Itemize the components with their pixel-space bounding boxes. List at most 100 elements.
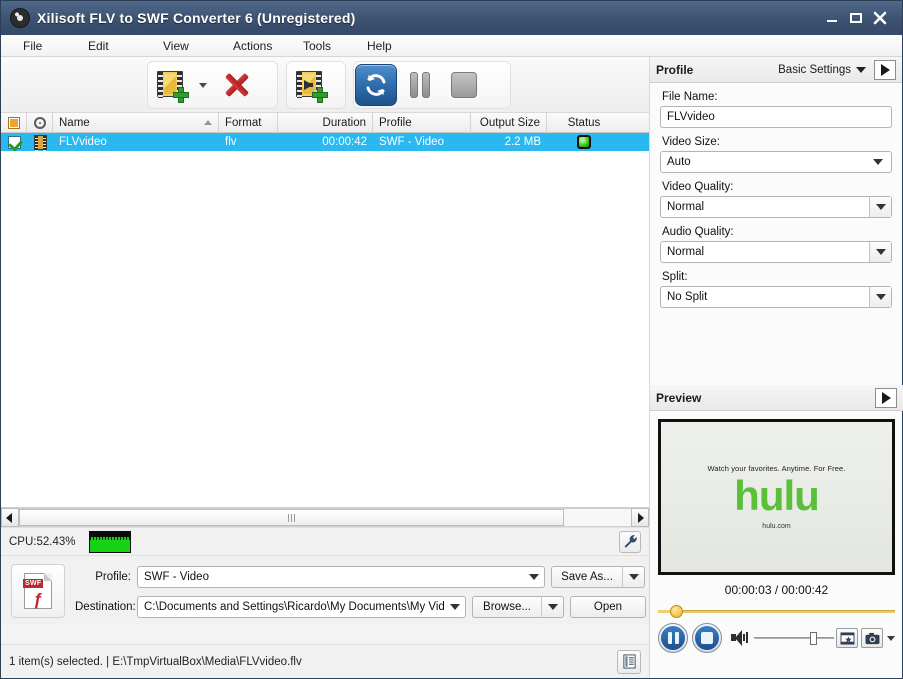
menu-item-actions[interactable]: Actions (233, 37, 303, 55)
scrollbar-thumb[interactable] (19, 509, 564, 526)
status-badge (547, 133, 621, 151)
pause-icon (667, 632, 679, 644)
video-quality-value: Normal (667, 201, 705, 213)
save-as-button[interactable]: Save As... (551, 566, 623, 588)
window-controls (820, 5, 898, 31)
preview-url: hulu.com (762, 522, 791, 530)
video-size-label: Video Size: (662, 136, 720, 148)
preview-time: 00:00:03 / 00:00:42 (724, 583, 829, 597)
chevron-down-icon[interactable] (869, 197, 891, 217)
open-button[interactable]: Open (570, 596, 646, 618)
right-pane: Profile Basic Settings File Name: FLVvid… (649, 57, 903, 678)
menu-item-edit[interactable]: Edit (88, 37, 163, 55)
menu-bar: File Edit View Actions Tools Help (1, 35, 902, 57)
preview-logo: hulu (734, 472, 820, 520)
select-all-checkbox[interactable] (1, 112, 27, 133)
expand-arrow-icon (881, 391, 891, 404)
snapshot-dropdown-icon[interactable] (887, 635, 895, 641)
left-pane: Name Format Duration Profile Output Size… (1, 57, 649, 678)
stop-icon[interactable] (442, 64, 486, 106)
browse-split-button: Browse... (472, 596, 564, 618)
add-to-queue-icon[interactable] (287, 64, 331, 106)
capture-clip-icon[interactable] (836, 628, 858, 648)
cell-output-size: 2.2 MB (504, 136, 541, 148)
scroll-left-arrow-icon[interactable] (1, 508, 19, 527)
menu-item-tools[interactable]: Tools (303, 37, 367, 55)
column-header-duration[interactable]: Duration (278, 112, 373, 133)
preview-stop-button[interactable] (692, 623, 722, 653)
output-settings-panel: SWF ƒ Profile: SWF - Video Save As... De… (1, 555, 649, 625)
preview-panel-expand-button[interactable] (875, 387, 897, 408)
volume-slider[interactable] (754, 631, 834, 645)
log-list-icon[interactable] (617, 649, 641, 674)
audio-quality-value: Normal (667, 246, 705, 258)
seek-slider-handle[interactable] (670, 605, 683, 618)
minimize-icon[interactable] (820, 5, 844, 31)
chevron-down-icon[interactable] (869, 287, 891, 307)
settings-mode-dropdown[interactable]: Basic Settings (778, 64, 866, 76)
camera-icon[interactable] (861, 628, 883, 648)
chevron-down-icon[interactable] (873, 159, 891, 165)
audio-quality-label: Audio Quality: (662, 226, 734, 238)
column-header-name[interactable]: Name (53, 112, 219, 133)
file-name-input[interactable]: FLVvideo (660, 106, 892, 128)
chevron-down-icon[interactable] (524, 567, 544, 587)
file-list-body: FLVvideo flv 00:00:42 SWF - Video 2.2 MB (1, 133, 649, 507)
convert-icon[interactable] (354, 64, 398, 106)
toolbar-group-convert (353, 61, 511, 109)
application-window: Xilisoft FLV to SWF Converter 6 (Unregis… (0, 0, 903, 679)
scroll-right-arrow-icon[interactable] (631, 508, 649, 527)
maximize-icon[interactable] (844, 5, 868, 31)
column-header-profile[interactable]: Profile (373, 112, 471, 133)
split-label: Split: (662, 271, 688, 283)
menu-item-file[interactable]: File (23, 37, 88, 55)
audio-quality-select[interactable]: Normal (660, 241, 892, 263)
wrench-icon[interactable] (619, 530, 641, 553)
profile-select[interactable]: SWF - Video (137, 566, 545, 588)
table-row[interactable]: FLVvideo flv 00:00:42 SWF - Video 2.2 MB (1, 133, 649, 151)
browse-dropdown-icon[interactable] (542, 596, 564, 618)
add-file-dropdown-arrow-icon[interactable] (192, 64, 214, 106)
swf-file-icon: SWF ƒ (11, 564, 65, 618)
profile-panel-title: Profile (656, 62, 694, 77)
profile-label: Profile: (95, 571, 131, 583)
title-bar: Xilisoft FLV to SWF Converter 6 (Unregis… (1, 1, 902, 35)
chevron-down-icon[interactable] (445, 597, 465, 617)
profile-panel-header: Profile Basic Settings (650, 57, 902, 83)
player-controls (658, 621, 895, 655)
volume-slider-handle[interactable] (810, 632, 817, 645)
column-header-format[interactable]: Format (219, 112, 278, 133)
seek-slider[interactable] (658, 605, 895, 618)
preview-pause-button[interactable] (658, 623, 688, 653)
destination-value: C:\Documents and Settings\Ricardo\My Doc… (144, 601, 444, 613)
remove-icon[interactable] (214, 64, 258, 106)
save-as-dropdown-icon[interactable] (623, 566, 645, 588)
column-header-status[interactable]: Status (547, 113, 621, 133)
file-name-value: FLVvideo (667, 111, 715, 123)
cell-duration: 00:00:42 (322, 136, 367, 148)
destination-select[interactable]: C:\Documents and Settings\Ricardo\My Doc… (137, 596, 466, 618)
window-title: Xilisoft FLV to SWF Converter 6 (Unregis… (37, 10, 356, 26)
scrollbar-track[interactable] (19, 508, 631, 527)
video-quality-select[interactable]: Normal (660, 196, 892, 218)
browse-button[interactable]: Browse... (472, 596, 542, 618)
profile-select-value: SWF - Video (144, 571, 209, 583)
profile-panel-expand-button[interactable] (874, 59, 896, 80)
toolbar (1, 57, 649, 113)
speaker-icon[interactable] (730, 629, 748, 647)
preview-video[interactable]: Watch your favorites. Anytime. For Free.… (658, 419, 895, 575)
row-checkbox[interactable] (1, 133, 27, 151)
horizontal-scrollbar[interactable] (1, 507, 649, 527)
menu-item-help[interactable]: Help (367, 37, 437, 55)
split-select[interactable]: No Split (660, 286, 892, 308)
menu-item-view[interactable]: View (163, 37, 233, 55)
chevron-down-icon[interactable] (869, 242, 891, 262)
cpu-usage-graph (89, 530, 132, 553)
pause-icon[interactable] (398, 64, 442, 106)
chevron-down-icon[interactable] (856, 66, 866, 73)
close-icon[interactable] (868, 5, 892, 31)
split-value: No Split (667, 291, 708, 303)
add-file-icon[interactable] (148, 64, 192, 106)
column-header-output-size[interactable]: Output Size (471, 112, 547, 133)
video-size-select[interactable]: Auto (660, 151, 892, 173)
